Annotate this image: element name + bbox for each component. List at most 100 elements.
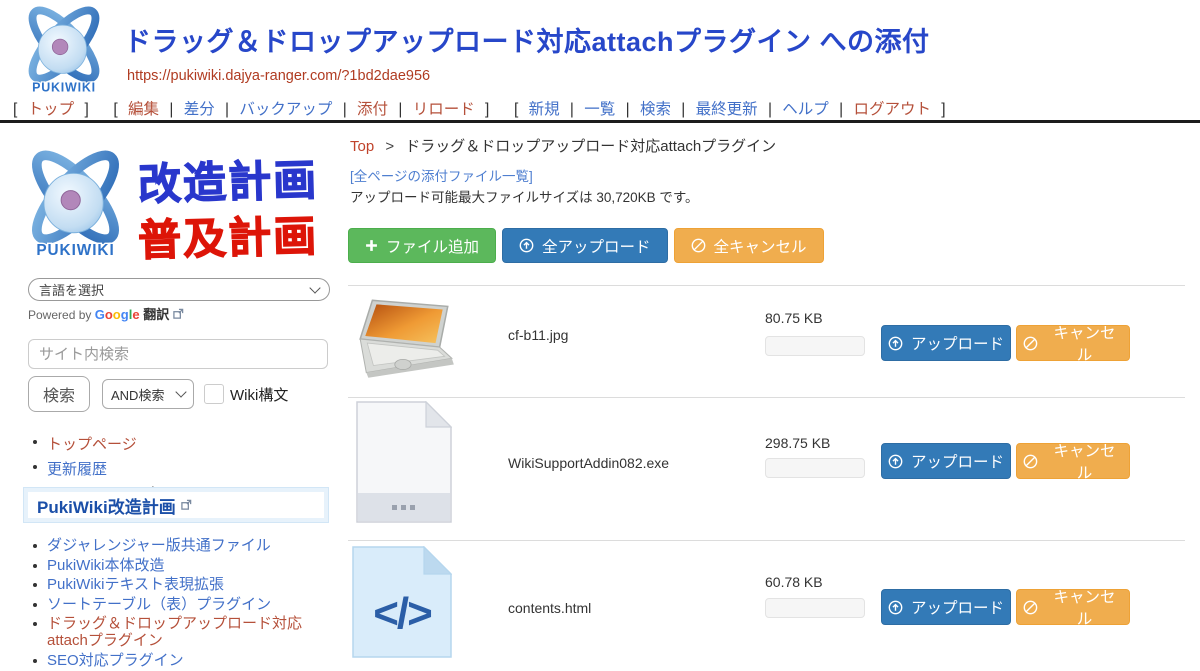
google-logo: Google	[95, 307, 143, 322]
search-button[interactable]: 検索	[28, 376, 90, 412]
separator: |	[169, 101, 173, 118]
bracket: [	[514, 101, 518, 118]
list-item: トップページ	[33, 433, 333, 454]
nav-item-diff[interactable]: 差分	[184, 101, 215, 118]
nav-item-list[interactable]: 一覧	[584, 101, 615, 118]
file-size: 298.75 KB	[765, 435, 830, 451]
sidebar-heading-label: PukiWiki改造計画	[37, 493, 176, 518]
upload-button[interactable]: アップロード	[881, 325, 1011, 361]
ban-icon	[1023, 336, 1038, 351]
upload-toolbar: ファイル追加 全アップロード 全キャンセル	[348, 228, 824, 263]
svg-text:</>: </>	[373, 589, 431, 638]
search-mode-value: AND検索	[111, 385, 164, 404]
list-item: PukiWiki本体改造	[33, 557, 333, 574]
separator: |	[681, 101, 685, 118]
powered-by-label: Powered by	[28, 308, 91, 322]
sidebar-main-links: ダジャレンジャー版共通ファイル PukiWiki本体改造 PukiWikiテキス…	[33, 537, 333, 671]
chevron-down-icon	[175, 386, 186, 397]
all-pages-attach-list-link[interactable]: [全ページの添付ファイル一覧]	[350, 165, 533, 185]
sidebar-logo-text-fukyu: 普及計画	[137, 202, 319, 269]
cancel-button[interactable]: キャンセル	[1016, 589, 1130, 625]
page-url-link[interactable]: https://pukiwiki.dajya-ranger.com/?1bd2d…	[127, 68, 430, 84]
cancel-button[interactable]: キャンセル	[1016, 325, 1130, 361]
bracket: ]	[84, 101, 88, 118]
sidebar-logo[interactable]	[18, 140, 133, 273]
row-divider	[348, 285, 1185, 286]
row-divider	[348, 397, 1185, 398]
list-item: ダジャレンジャー版共通ファイル	[33, 537, 333, 554]
plus-icon	[365, 239, 378, 252]
cancel-all-button[interactable]: 全キャンセル	[674, 228, 824, 263]
atom-logo-icon	[16, 4, 112, 96]
header-divider	[0, 120, 1200, 123]
nav-item-reload[interactable]: リロード	[413, 101, 475, 118]
file-name: WikiSupportAddin082.exe	[508, 455, 669, 471]
separator: |	[839, 101, 843, 118]
nav-item-recent[interactable]: 最終更新	[696, 101, 758, 118]
file-size: 80.75 KB	[765, 310, 823, 326]
separator: |	[570, 101, 574, 118]
generic-file-icon	[356, 401, 452, 523]
sidebar-item-core-mod[interactable]: PukiWiki本体改造	[47, 557, 165, 574]
bracket: [	[13, 101, 17, 118]
bracket: [	[113, 101, 117, 118]
nav-item-new[interactable]: 新規	[529, 101, 560, 118]
nav-item-top[interactable]: トップ	[28, 101, 75, 118]
nav-item-attach[interactable]: 添付	[357, 101, 388, 118]
wiki-syntax-label: Wiki構文	[230, 384, 288, 405]
separator: |	[343, 101, 347, 118]
file-name: contents.html	[508, 600, 591, 616]
nav-item-edit[interactable]: 編集	[128, 101, 159, 118]
nav-item-search[interactable]: 検索	[640, 101, 671, 118]
bracket: ]	[485, 101, 489, 118]
sidebar-item-seo-plugin[interactable]: SEO対応プラグイン	[47, 652, 184, 669]
list-item: 更新履歴	[33, 458, 333, 479]
breadcrumb-home[interactable]: Top	[350, 138, 374, 155]
pukiwiki-attach-page: { "header": { "title": "ドラッグ＆ドロップアップロード対…	[0, 0, 1200, 630]
code-file-icon: </>	[352, 546, 452, 658]
ban-icon	[691, 238, 706, 253]
external-link-icon	[173, 308, 184, 320]
sidebar-heading-pukiwiki-kaizo[interactable]: PukiWiki改造計画	[24, 488, 328, 522]
wiki-syntax-checkbox[interactable]	[204, 384, 224, 404]
sidebar-item-text-ext[interactable]: PukiWikiテキスト表現拡張	[47, 576, 224, 593]
separator: |	[398, 101, 402, 118]
row-divider	[348, 540, 1185, 541]
arrow-circle-up-icon	[888, 454, 903, 469]
sidebar-item-dnd-attach[interactable]: ドラッグ＆ドロップアップロード対応attachプラグイン	[47, 615, 333, 649]
cancel-button[interactable]: キャンセル	[1016, 443, 1130, 479]
nav-item-logout[interactable]: ログアウト	[853, 101, 931, 118]
separator: |	[626, 101, 630, 118]
add-file-button[interactable]: ファイル追加	[348, 228, 496, 263]
nav-item-help[interactable]: ヘルプ	[782, 101, 829, 118]
arrow-circle-up-icon	[519, 238, 534, 253]
arrow-circle-up-icon	[888, 336, 903, 351]
search-mode-select[interactable]: AND検索	[102, 379, 194, 409]
nav-bar: [ トップ ] [ 編集 | 差分 | バックアップ | 添付 | リロード ]…	[10, 97, 949, 119]
upload-progress-bar	[765, 598, 865, 618]
list-item: PukiWikiテキスト表現拡張	[33, 576, 333, 593]
sidebar-item-common-files[interactable]: ダジャレンジャー版共通ファイル	[47, 537, 271, 554]
list-item: SEO対応プラグイン	[33, 652, 333, 669]
bracket: ]	[941, 101, 945, 118]
file-size: 60.78 KB	[765, 574, 823, 590]
sidebar-item-sort-table[interactable]: ソートテーブル（表）プラグイン	[47, 596, 271, 613]
max-upload-size-text: アップロード可能最大ファイルサイズは 30,720KB です。	[350, 186, 699, 206]
chevron-down-icon	[309, 282, 320, 293]
sidebar-item-toppage[interactable]: トップページ	[47, 433, 137, 454]
translate-link[interactable]: 翻訳	[143, 307, 169, 322]
language-select[interactable]: 言語を選択	[28, 278, 330, 301]
separator: |	[225, 101, 229, 118]
upload-all-button[interactable]: 全アップロード	[502, 228, 668, 263]
sidebar-item-history[interactable]: 更新履歴	[47, 458, 107, 479]
ban-icon	[1023, 600, 1038, 615]
nav-item-backup[interactable]: バックアップ	[239, 101, 332, 118]
breadcrumb-current: ドラッグ＆ドロップアップロード対応attachプラグイン	[405, 138, 776, 155]
separator: |	[768, 101, 772, 118]
pukiwiki-logo[interactable]	[16, 4, 112, 101]
site-search-input[interactable]	[28, 339, 328, 369]
google-translate-attribution: Powered by Google 翻訳	[28, 304, 184, 323]
upload-progress-bar	[765, 336, 865, 356]
upload-button[interactable]: アップロード	[881, 589, 1011, 625]
upload-button[interactable]: アップロード	[881, 443, 1011, 479]
